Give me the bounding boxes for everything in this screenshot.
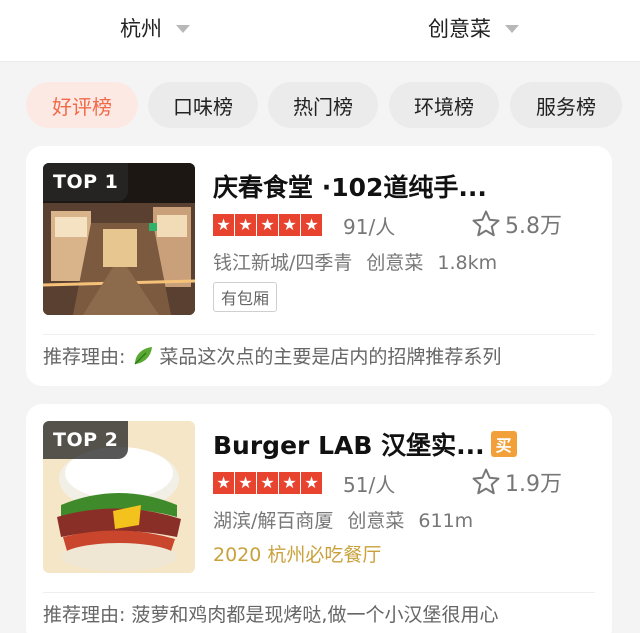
star-rating-icon: ★ bbox=[257, 472, 279, 494]
feature-tag: 有包厢 bbox=[213, 282, 278, 312]
favorite-count: 5.8万 bbox=[505, 214, 562, 239]
buy-badge: 买 bbox=[490, 431, 517, 457]
cuisine-filter-dropdown[interactable]: 创意菜 bbox=[428, 10, 519, 46]
restaurant-card[interactable]: TOP 2 Burger LAB 汉堡实... 买 ★ ★ ★ ★ ★ 51/人… bbox=[26, 404, 612, 633]
favorite-star-icon bbox=[472, 210, 500, 237]
restaurant-name[interactable]: Burger LAB 汉堡实... bbox=[213, 426, 485, 462]
favorite-count: 1.9万 bbox=[505, 472, 562, 497]
star-rating-icon: ★ bbox=[235, 472, 257, 494]
star-rating: ★ ★ ★ ★ ★ bbox=[213, 472, 323, 494]
cuisine-filter-label: 创意菜 bbox=[428, 17, 491, 41]
star-rating-icon: ★ bbox=[301, 214, 323, 236]
star-rating-icon: ★ bbox=[257, 214, 279, 236]
area-label: 湖滨/解百商厦 bbox=[213, 510, 334, 532]
rank-badge: TOP 1 bbox=[43, 163, 129, 201]
tab-service[interactable]: 服务榜 bbox=[510, 82, 622, 128]
star-rating-icon: ★ bbox=[279, 214, 301, 236]
reason-text: 菜品这次点的主要是店内的招牌推荐系列 bbox=[159, 346, 502, 368]
leaf-icon bbox=[134, 346, 153, 364]
ranking-tabs: 好评榜 口味榜 热门榜 环境榜 服务榜 bbox=[0, 62, 640, 146]
favorite-button[interactable]: 5.8万 bbox=[471, 208, 562, 240]
category-label: 创意菜 bbox=[366, 252, 424, 274]
reason-label: 推荐理由: bbox=[43, 604, 126, 626]
filter-bar: 杭州 创意菜 bbox=[0, 0, 640, 62]
restaurant-photo: TOP 2 bbox=[43, 421, 195, 573]
restaurant-meta: 钱江新城/四季青 创意菜 1.8km bbox=[213, 248, 511, 275]
dropdown-triangle-icon bbox=[505, 25, 519, 33]
star-rating-icon: ★ bbox=[301, 472, 323, 494]
tab-popular[interactable]: 热门榜 bbox=[268, 82, 378, 128]
star-rating-icon: ★ bbox=[279, 472, 301, 494]
star-rating-icon: ★ bbox=[213, 472, 235, 494]
reason-text: 菠萝和鸡肉都是现烤哒,做一个小汉堡很用心 bbox=[131, 604, 499, 626]
area-label: 钱江新城/四季青 bbox=[213, 252, 353, 274]
divider bbox=[43, 592, 595, 593]
average-price: 51/人 bbox=[343, 473, 396, 497]
distance-label: 611m bbox=[418, 510, 474, 532]
tab-good-reviews[interactable]: 好评榜 bbox=[26, 82, 138, 128]
star-rating: ★ ★ ★ ★ ★ bbox=[213, 214, 323, 236]
recommend-reason: 推荐理由: 菠萝和鸡肉都是现烤哒,做一个小汉堡很用心 bbox=[43, 600, 498, 627]
restaurant-card[interactable]: TOP 1 庆春食堂 ·102道纯手... ★ ★ ★ ★ ★ 91/人 5.8… bbox=[26, 146, 612, 386]
reason-label: 推荐理由: bbox=[43, 346, 126, 368]
award-label: 2020 杭州必吃餐厅 bbox=[213, 544, 382, 566]
city-filter-label: 杭州 bbox=[120, 17, 162, 41]
recommend-reason: 推荐理由: 菜品这次点的主要是店内的招牌推荐系列 bbox=[43, 342, 501, 369]
average-price: 91/人 bbox=[343, 215, 396, 239]
star-rating-icon: ★ bbox=[213, 214, 235, 236]
distance-label: 1.8km bbox=[437, 252, 498, 274]
category-label: 创意菜 bbox=[347, 510, 405, 532]
divider bbox=[43, 334, 595, 335]
favorite-star-icon bbox=[472, 468, 500, 495]
restaurant-photo: TOP 1 bbox=[43, 163, 195, 315]
tab-environment[interactable]: 环境榜 bbox=[389, 82, 499, 128]
tab-taste[interactable]: 口味榜 bbox=[148, 82, 258, 128]
restaurant-name[interactable]: 庆春食堂 ·102道纯手... bbox=[213, 168, 487, 204]
favorite-button[interactable]: 1.9万 bbox=[471, 466, 562, 498]
star-rating-icon: ★ bbox=[235, 214, 257, 236]
city-filter-dropdown[interactable]: 杭州 bbox=[120, 10, 190, 46]
dropdown-triangle-icon bbox=[176, 25, 190, 33]
restaurant-meta: 湖滨/解百商厦 创意菜 611m bbox=[213, 506, 487, 533]
rank-badge: TOP 2 bbox=[43, 421, 129, 459]
